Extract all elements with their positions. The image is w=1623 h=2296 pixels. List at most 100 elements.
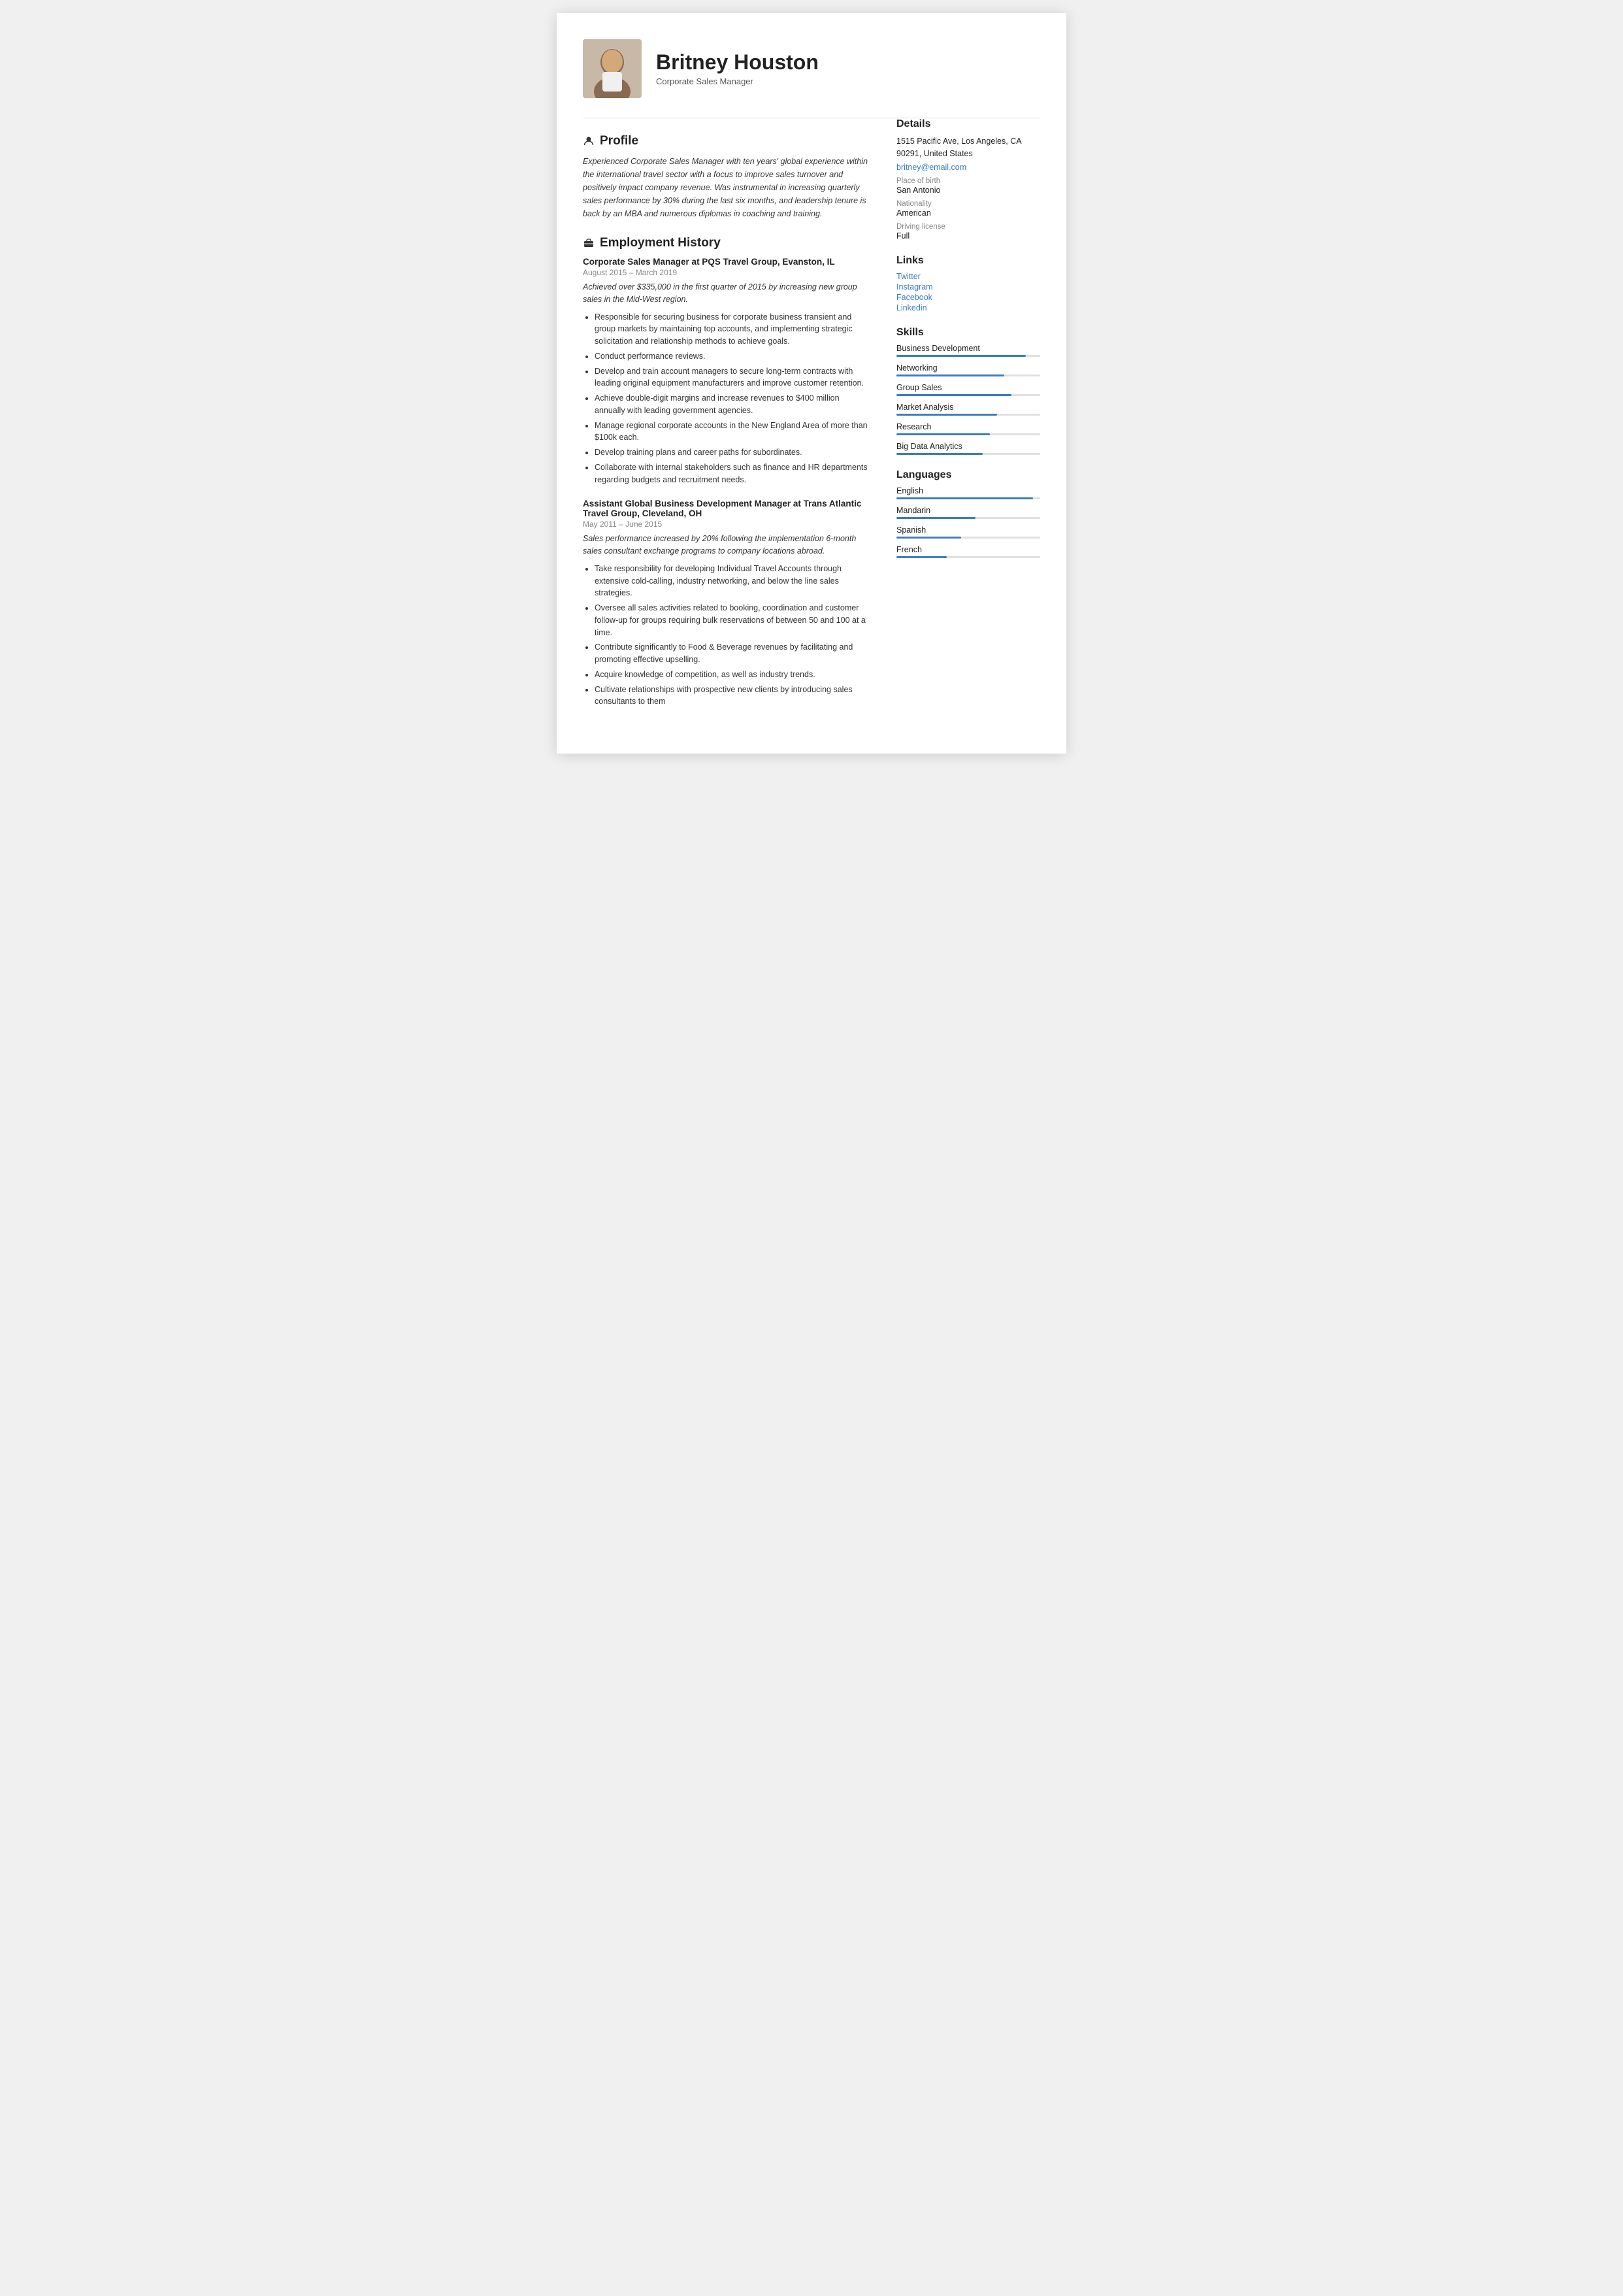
job-item: Assistant Global Business Development Ma…: [583, 499, 870, 708]
job-title: Assistant Global Business Development Ma…: [583, 499, 870, 518]
skill-bar-fill: [896, 414, 997, 416]
list-item: Develop and train account managers to se…: [595, 365, 870, 390]
job-bullets: Responsible for securing business for co…: [583, 311, 870, 486]
employment-section-title: Employment History: [600, 236, 721, 250]
skills-section: Skills Business Development Networking Gro…: [896, 327, 1040, 455]
language-bar-bg: [896, 556, 1040, 558]
profile-text: Experienced Corporate Sales Manager with…: [583, 155, 870, 220]
resume-container: Britney Houston Corporate Sales Manager …: [557, 13, 1066, 754]
languages-section: Languages English Mandarin Spanish French: [896, 469, 1040, 558]
skill-bar-fill: [896, 453, 983, 455]
link-item[interactable]: Facebook: [896, 293, 1040, 302]
link-item[interactable]: Linkedin: [896, 303, 1040, 312]
language-name: English: [896, 486, 1040, 495]
list-item: Manage regional corporate accounts in th…: [595, 420, 870, 444]
job-summary: Sales performance increased by 20% follo…: [583, 533, 870, 557]
language-bar-fill: [896, 556, 947, 558]
driving-license: Full: [896, 231, 1040, 241]
languages-section-title: Languages: [896, 469, 1040, 481]
skill-bar-fill: [896, 374, 1004, 376]
main-layout: Profile Experienced Corporate Sales Mana…: [583, 118, 1040, 721]
place-of-birth: San Antonio: [896, 186, 1040, 195]
language-bar-fill: [896, 517, 975, 519]
driving-license-label: Driving license: [896, 223, 1040, 231]
list-item: Collaborate with internal stakeholders s…: [595, 461, 870, 486]
details-section: Details 1515 Pacific Ave, Los Angeles, C…: [896, 118, 1040, 241]
skill-bar-fill: [896, 433, 990, 435]
list-item: Develop training plans and career paths …: [595, 446, 870, 459]
language-bar-bg: [896, 497, 1040, 499]
skill-bar-fill: [896, 394, 1011, 396]
job-bullets: Take responsibility for developing Indiv…: [583, 563, 870, 708]
skill-name: Market Analysis: [896, 403, 1040, 412]
briefcase-icon: [583, 237, 595, 249]
language-bar-fill: [896, 537, 961, 539]
candidate-name: Britney Houston: [656, 51, 819, 74]
skills-section-title: Skills: [896, 327, 1040, 339]
skills-container: Business Development Networking Group Sale…: [896, 344, 1040, 455]
list-item: Responsible for securing business for co…: [595, 311, 870, 348]
job-dates: May 2011 – June 2015: [583, 520, 870, 529]
skill-bar-bg: [896, 453, 1040, 455]
header-info: Britney Houston Corporate Sales Manager: [656, 51, 819, 86]
email[interactable]: britney@email.com: [896, 163, 1040, 172]
skill-bar-bg: [896, 355, 1040, 357]
job-dates: August 2015 – March 2019: [583, 268, 870, 277]
list-item: Cultivate relationships with prospective…: [595, 684, 870, 708]
skill-bar-bg: [896, 433, 1040, 435]
resume-header: Britney Houston Corporate Sales Manager: [583, 39, 1040, 98]
links-section: Links TwitterInstagramFacebookLinkedin: [896, 255, 1040, 312]
language-name: Spanish: [896, 525, 1040, 535]
profile-icon: [583, 135, 595, 147]
place-of-birth-label: Place of birth: [896, 177, 1040, 185]
languages-container: English Mandarin Spanish French: [896, 486, 1040, 558]
details-section-title: Details: [896, 118, 1040, 130]
address: 1515 Pacific Ave, Los Angeles, CA 90291,…: [896, 135, 1040, 160]
language-name: French: [896, 545, 1040, 554]
nationality-label: Nationality: [896, 200, 1040, 208]
employment-section-header: Employment History: [583, 236, 870, 250]
language-bar-bg: [896, 517, 1040, 519]
language-item: French: [896, 545, 1040, 558]
nationality: American: [896, 208, 1040, 218]
jobs-container: Corporate Sales Manager at PQS Travel Gr…: [583, 257, 870, 708]
list-item: Achieve double-digit margins and increas…: [595, 392, 870, 417]
skill-name: Business Development: [896, 344, 1040, 353]
job-summary: Achieved over $335,000 in the first quar…: [583, 281, 870, 306]
skill-name: Group Sales: [896, 383, 1040, 392]
skill-bar-bg: [896, 414, 1040, 416]
skill-bar-bg: [896, 394, 1040, 396]
list-item: Take responsibility for developing Indiv…: [595, 563, 870, 599]
links-container: TwitterInstagram FacebookLinkedin: [896, 272, 1040, 312]
skill-item: Networking: [896, 363, 1040, 376]
list-item: Oversee all sales activities related to …: [595, 602, 870, 639]
list-item: Contribute significantly to Food & Bever…: [595, 641, 870, 666]
skill-bar-fill: [896, 355, 1026, 357]
skill-bar-bg: [896, 374, 1040, 376]
skill-item: Market Analysis: [896, 403, 1040, 416]
skill-item: Big Data Analytics: [896, 442, 1040, 455]
job-title: Corporate Sales Manager at PQS Travel Gr…: [583, 257, 870, 267]
link-item[interactable]: Instagram: [896, 282, 1040, 291]
skill-name: Big Data Analytics: [896, 442, 1040, 451]
link-item[interactable]: Twitter: [896, 272, 1040, 281]
list-item: Acquire knowledge of competition, as wel…: [595, 669, 870, 681]
right-column: Details 1515 Pacific Ave, Los Angeles, C…: [896, 118, 1040, 721]
skill-name: Networking: [896, 363, 1040, 373]
language-item: English: [896, 486, 1040, 499]
skill-name: Research: [896, 422, 1040, 431]
job-item: Corporate Sales Manager at PQS Travel Gr…: [583, 257, 870, 486]
language-bar-bg: [896, 537, 1040, 539]
skill-item: Research: [896, 422, 1040, 435]
profile-section-title: Profile: [600, 134, 638, 148]
candidate-title: Corporate Sales Manager: [656, 76, 819, 86]
language-bar-fill: [896, 497, 1033, 499]
language-item: Mandarin: [896, 506, 1040, 519]
language-item: Spanish: [896, 525, 1040, 539]
skill-item: Group Sales: [896, 383, 1040, 396]
language-name: Mandarin: [896, 506, 1040, 515]
skill-item: Business Development: [896, 344, 1040, 357]
left-column: Profile Experienced Corporate Sales Mana…: [583, 118, 870, 721]
profile-section-header: Profile: [583, 134, 870, 148]
avatar: [583, 39, 642, 98]
